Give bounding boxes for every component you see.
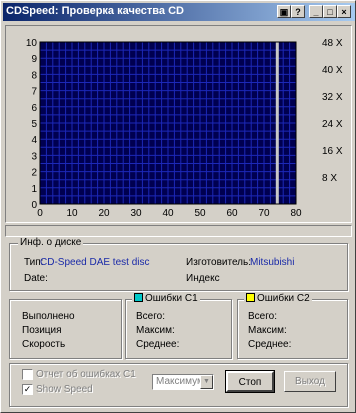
checkmark-icon: ✓ (23, 384, 32, 394)
chart-panel: 0 10 20 30 40 50 60 70 80 10 9 8 7 6 5 4 3 2 1 0 48 X 40 X 32 … (5, 25, 352, 223)
speed-tick-label: 40 X (322, 65, 343, 76)
window-title: CDSpeed: Проверка качества CD (6, 5, 184, 17)
manufacturer-label: Изготовитель: (186, 257, 251, 268)
x-tick-label: 20 (98, 208, 110, 219)
date-label: Date: (24, 273, 48, 284)
y-tick-label: 6 (31, 103, 37, 114)
c2-total-label: Всего: (248, 311, 277, 322)
quality-chart: 0 10 20 30 40 50 60 70 8010987654321048 X40 X32 … (26, 38, 343, 219)
y-tick-label: 7 (31, 87, 37, 98)
speed-tick-label: 16 X (322, 146, 343, 157)
y-tick-label: 9 (31, 54, 37, 65)
x-tick-label: 60 (226, 208, 238, 219)
maximize-button[interactable]: □ (323, 5, 337, 18)
speed-tick-label: 48 X (322, 38, 343, 49)
y-tick-label: 10 (26, 38, 38, 49)
help-button[interactable]: ? (291, 5, 305, 18)
manufacturer-value: Mitsubishi (250, 257, 295, 268)
chevron-down-icon[interactable]: ▼ (200, 375, 213, 389)
speed-tick-label: 32 X (322, 92, 343, 103)
completed-label: Выполнено (22, 311, 75, 322)
c2-avg-label: Среднее: (248, 339, 292, 350)
show-speed-checkbox[interactable]: ✓ (22, 384, 33, 395)
y-tick-label: 3 (31, 151, 37, 162)
y-tick-label: 1 (31, 184, 37, 195)
c1-color-icon (134, 293, 143, 302)
minimize-button[interactable]: _ (309, 5, 323, 18)
y-tick-label: 2 (31, 168, 37, 179)
y-tick-label: 0 (31, 200, 37, 211)
c2-max-label: Максим: (248, 325, 287, 336)
main-window: CDSpeed: Проверка качества CD ▣ ? _ □ × … (0, 0, 356, 413)
c1-errors-label: Ошибки С1 (132, 293, 200, 304)
x-tick-label: 30 (130, 208, 142, 219)
report-errors-label: Отчет об ошибках С1 (36, 369, 136, 380)
disc-info-label: Инф. о диске (18, 237, 84, 248)
c1-total-label: Всего: (136, 311, 165, 322)
c2-errors-text: Ошибки С2 (257, 293, 310, 304)
type-value: CD-Speed DAE test disc (40, 257, 150, 268)
disc-info-group: Инф. о диске Тип: CD-Speed DAE test disc… (9, 237, 348, 291)
c2-errors-group: Ошибки С2 Всего: Максим: Среднее: (237, 293, 348, 359)
position-cursor (275, 42, 279, 204)
options-group: Отчет об ошибках С1 ✓ Show Speed Максиму… (9, 363, 348, 407)
index-label: Индекс (186, 273, 220, 284)
toolbar-icon-button[interactable]: ▣ (277, 5, 291, 18)
y-tick-label: 4 (31, 135, 37, 146)
x-tick-label: 50 (194, 208, 206, 219)
x-tick-label: 80 (290, 208, 302, 219)
c2-color-icon (246, 293, 255, 302)
exit-button[interactable]: Выход (284, 371, 336, 392)
x-tick-label: 0 (37, 208, 43, 219)
x-tick-label: 70 (258, 208, 270, 219)
report-errors-checkbox[interactable] (22, 369, 33, 380)
y-tick-label: 8 (31, 70, 37, 81)
c2-errors-label: Ошибки С2 (244, 293, 312, 304)
c1-errors-text: Ошибки С1 (145, 293, 198, 304)
x-tick-label: 40 (162, 208, 174, 219)
title-bar[interactable]: CDSpeed: Проверка качества CD ▣ ? _ □ × (3, 3, 355, 21)
speed-select[interactable]: Максимум ▼ (152, 374, 214, 390)
x-tick-label: 10 (66, 208, 78, 219)
stop-button[interactable]: Стоп (225, 370, 275, 393)
speed-tick-label: 24 X (322, 119, 343, 130)
close-button[interactable]: × (337, 5, 351, 18)
speed-tick-label: 8 X (322, 173, 337, 184)
speed-select-value: Максимум (156, 376, 204, 387)
y-tick-label: 5 (31, 119, 37, 130)
c1-max-label: Максим: (136, 325, 175, 336)
position-label: Позиция (22, 325, 62, 336)
show-speed-label: Show Speed (36, 384, 93, 395)
progress-group: Выполнено Позиция Скорость (9, 299, 122, 359)
c1-errors-group: Ошибки С1 Всего: Максим: Среднее: (125, 293, 232, 359)
progress-bar (5, 225, 352, 237)
speed-label: Скорость (22, 339, 66, 350)
c1-avg-label: Среднее: (136, 339, 180, 350)
